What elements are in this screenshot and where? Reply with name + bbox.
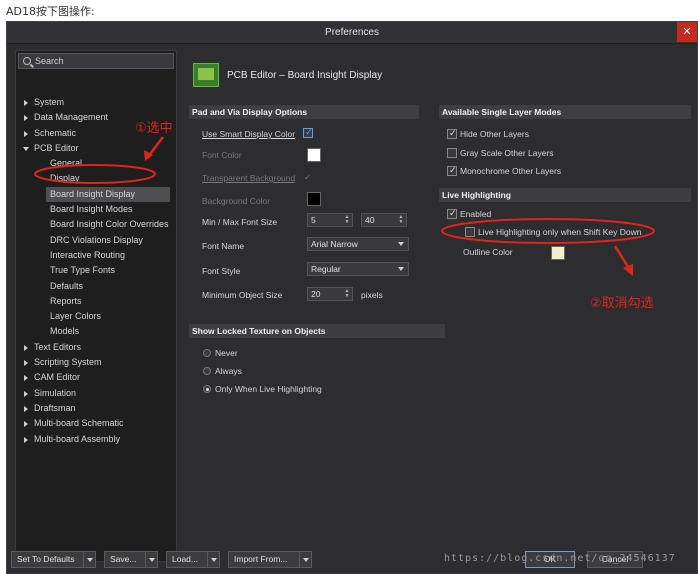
uncheck-highlight-ellipse [441, 218, 655, 244]
watermark: https://blog.csdn.net/qq_24546137 [444, 553, 676, 564]
annotation-select: ①选中 [135, 121, 173, 136]
annotation-uncheck: ②取消勾选 [590, 296, 654, 311]
select-highlight-ellipse [34, 164, 156, 184]
annotation-overlay [34, 136, 655, 276]
